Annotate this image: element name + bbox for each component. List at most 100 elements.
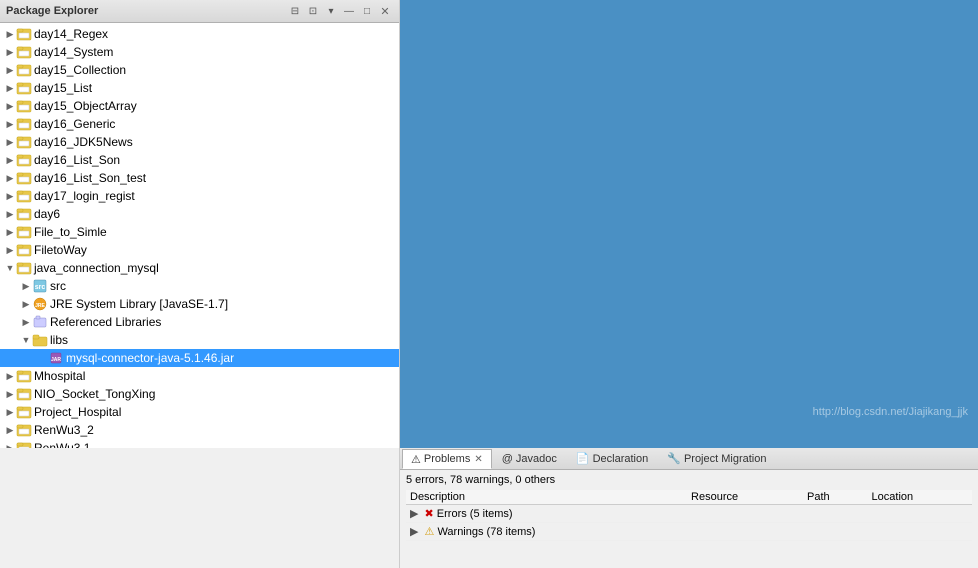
maximize-icon2[interactable]: □ — [359, 3, 375, 19]
expand-arrow-File_to_Simle[interactable] — [4, 226, 16, 238]
expand-arrow-mysql_connector[interactable] — [36, 352, 48, 364]
item-icon-day16_Generic — [16, 116, 32, 132]
item-icon-day14_Regex — [16, 26, 32, 42]
expand-arrow-Project_Hospital[interactable] — [4, 406, 16, 418]
bottom-layout: ⚠Problems✕@Javadoc📄Declaration🔧Project M… — [0, 448, 978, 568]
row-desc-warning: ▶ ⚠ Warnings (78 items) — [406, 523, 687, 541]
tree-item-day17_login_regist[interactable]: day17_login_regist — [0, 187, 399, 205]
tree-item-day16_JDK5News[interactable]: day16_JDK5News — [0, 133, 399, 151]
item-label-day17_login_regist: day17_login_regist — [34, 189, 135, 203]
tree-item-RenWu3_2[interactable]: RenWu3_2 — [0, 421, 399, 439]
tree-item-day16_Generic[interactable]: day16_Generic — [0, 115, 399, 133]
tree-item-File_to_Simle[interactable]: File_to_Simle — [0, 223, 399, 241]
item-label-File_to_Simle: File_to_Simle — [34, 225, 107, 239]
table-row[interactable]: ▶ ⚠ Warnings (78 items) — [406, 523, 972, 541]
expand-arrow-day14_System[interactable] — [4, 46, 16, 58]
tab-label-problems: Problems — [424, 453, 470, 465]
tree-item-java_connection_mysql[interactable]: java_connection_mysql — [0, 259, 399, 277]
main-layout: Package Explorer ⊟ ⊡ ▾ — □ ✕ day14_Regex… — [0, 0, 978, 448]
col-header-description: Description — [406, 490, 687, 505]
tree-item-day15_Collection[interactable]: day15_Collection — [0, 61, 399, 79]
expand-arrow-src[interactable] — [20, 280, 32, 292]
tree-view[interactable]: day14_Regexday14_System day15_Collectiond… — [0, 23, 399, 448]
expand-arrow-Referenced_Libraries[interactable] — [20, 316, 32, 328]
row-expand-warning[interactable]: ▶ — [410, 526, 422, 538]
tree-item-Referenced_Libraries[interactable]: Referenced Libraries — [0, 313, 399, 331]
svg-text:JRE: JRE — [35, 303, 45, 309]
expand-arrow-day6[interactable] — [4, 208, 16, 220]
row-desc-error: ▶ ✖ Errors (5 items) — [406, 505, 687, 523]
tree-item-mysql_connector[interactable]: JARmysql-connector-java-5.1.46.jar — [0, 349, 399, 367]
col-header-path: Path — [803, 490, 868, 505]
tree-item-day15_ObjectArray[interactable]: day15_ObjectArray — [0, 97, 399, 115]
row-path-error — [803, 505, 868, 523]
expand-arrow-day17_login_regist[interactable] — [4, 190, 16, 202]
expand-arrow-day16_Generic[interactable] — [4, 118, 16, 130]
tab-project_migration[interactable]: 🔧Project Migration — [658, 449, 775, 469]
tree-item-day14_Regex[interactable]: day14_Regex — [0, 25, 399, 43]
expand-arrow-day16_JDK5News[interactable] — [4, 136, 16, 148]
item-icon-day15_List — [16, 80, 32, 96]
tree-item-JRE_System_Library[interactable]: JRE JRE System Library [JavaSE-1.7] — [0, 295, 399, 313]
item-icon-Referenced_Libraries — [32, 314, 48, 330]
svg-text:src: src — [35, 284, 46, 291]
bottom-left — [0, 448, 400, 568]
expand-arrow-Mhospital[interactable] — [4, 370, 16, 382]
expand-arrow-day15_ObjectArray[interactable] — [4, 100, 16, 112]
item-label-day15_Collection: day15_Collection — [34, 63, 126, 77]
tree-item-day16_List_Son_test[interactable]: day16_List_Son_test — [0, 169, 399, 187]
item-label-Mhospital: Mhospital — [34, 369, 85, 383]
panel-title: Package Explorer — [6, 5, 98, 17]
item-icon-File_to_Simle — [16, 224, 32, 240]
row-expand-error[interactable]: ▶ — [410, 508, 422, 520]
item-label-RenWu3_2: RenWu3_2 — [34, 423, 94, 437]
expand-arrow-day16_List_Son[interactable] — [4, 154, 16, 166]
view-menu-icon[interactable]: ▾ — [323, 3, 339, 19]
expand-arrow-FiletoWay[interactable] — [4, 244, 16, 256]
tab-close-problems[interactable]: ✕ — [474, 454, 482, 465]
expand-arrow-RenWu3_2[interactable] — [4, 424, 16, 436]
item-label-Referenced_Libraries: Referenced Libraries — [50, 315, 161, 329]
tree-item-day6[interactable]: day6 — [0, 205, 399, 223]
tab-icon-javadoc: @ — [502, 453, 513, 465]
tab-declaration[interactable]: 📄Declaration — [567, 449, 657, 469]
tab-javadoc[interactable]: @Javadoc — [493, 449, 566, 469]
item-label-mysql_connector: mysql-connector-java-5.1.46.jar — [66, 351, 234, 365]
item-label-day15_List: day15_List — [34, 81, 92, 95]
item-label-JRE_System_Library: JRE System Library [JavaSE-1.7] — [50, 297, 228, 311]
bottom-content: 5 errors, 78 warnings, 0 others Descript… — [400, 470, 978, 568]
tab-problems[interactable]: ⚠Problems✕ — [402, 449, 492, 469]
maximize-icon[interactable]: ⊡ — [305, 3, 321, 19]
table-row[interactable]: ▶ ✖ Errors (5 items) — [406, 505, 972, 523]
tree-item-day16_List_Son[interactable]: day16_List_Son — [0, 151, 399, 169]
expand-arrow-day16_List_Son_test[interactable] — [4, 172, 16, 184]
item-icon-Project_Hospital — [16, 404, 32, 420]
tree-item-day14_System[interactable]: day14_System — [0, 43, 399, 61]
tree-item-Mhospital[interactable]: Mhospital — [0, 367, 399, 385]
tree-item-FiletoWay[interactable]: FiletoWay — [0, 241, 399, 259]
tree-item-RenWu3.1[interactable]: RenWu3.1 — [0, 439, 399, 448]
panel-header: Package Explorer ⊟ ⊡ ▾ — □ ✕ — [0, 0, 399, 23]
expand-arrow-day15_List[interactable] — [4, 82, 16, 94]
expand-arrow-java_connection_mysql[interactable] — [4, 262, 16, 274]
row-resource-warning — [687, 523, 803, 541]
tree-item-Project_Hospital[interactable]: Project_Hospital — [0, 403, 399, 421]
minimize-icon[interactable]: ⊟ — [287, 3, 303, 19]
tree-item-src[interactable]: srcsrc — [0, 277, 399, 295]
tree-item-libs[interactable]: libs — [0, 331, 399, 349]
close-icon[interactable]: ✕ — [377, 3, 393, 19]
expand-arrow-libs[interactable] — [20, 334, 32, 346]
item-label-NIO_Socket_TongXing: NIO_Socket_TongXing — [34, 387, 155, 401]
tree-item-NIO_Socket_TongXing[interactable]: NIO_Socket_TongXing — [0, 385, 399, 403]
minimize-icon2[interactable]: — — [341, 3, 357, 19]
expand-arrow-JRE_System_Library[interactable] — [20, 298, 32, 310]
expand-arrow-day14_Regex[interactable] — [4, 28, 16, 40]
item-label-RenWu3.1: RenWu3.1 — [34, 441, 90, 448]
expand-arrow-day15_Collection[interactable] — [4, 64, 16, 76]
tabs-bar: ⚠Problems✕@Javadoc📄Declaration🔧Project M… — [400, 448, 978, 470]
expand-arrow-NIO_Socket_TongXing[interactable] — [4, 388, 16, 400]
tree-item-day15_List[interactable]: day15_List — [0, 79, 399, 97]
item-label-src: src — [50, 279, 66, 293]
problems-table: DescriptionResourcePathLocation ▶ ✖ Erro… — [406, 490, 972, 541]
item-label-day16_JDK5News: day16_JDK5News — [34, 135, 133, 149]
